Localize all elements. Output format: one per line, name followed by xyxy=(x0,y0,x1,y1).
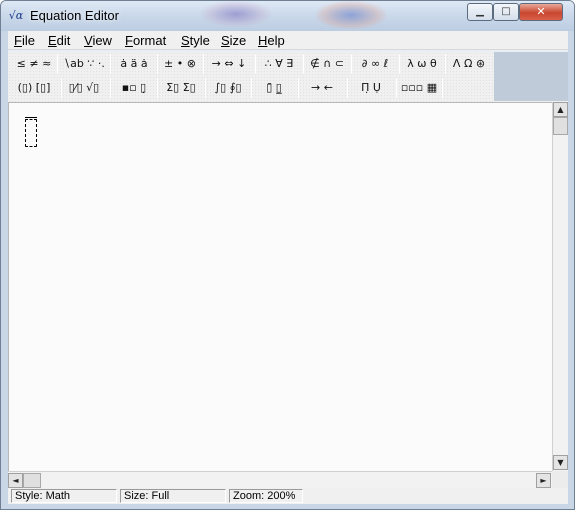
scrollbar-corner xyxy=(552,471,568,488)
close-icon: ✕ xyxy=(536,5,546,18)
toolbar-separator xyxy=(396,78,397,98)
greek-lowercase-palette[interactable]: λ ω θ xyxy=(402,53,442,75)
subscript-superscript-templates-palette[interactable]: ▪▫ ▯̣ xyxy=(114,77,154,99)
logical-symbols-palette[interactable]: ∴ ∀ ∃ xyxy=(258,53,300,75)
status-size: Size: Full xyxy=(120,489,226,503)
operator-symbols-palette[interactable]: ± • ⊗ xyxy=(160,53,200,75)
toolbar-separator xyxy=(110,78,111,98)
menu-edit[interactable]: Edit xyxy=(48,33,70,48)
embellishments-palette[interactable]: ȧ ä ȧ xyxy=(114,53,154,75)
set-theory-symbols-palette[interactable]: ∉ ∩ ⊂ xyxy=(306,53,348,75)
products-set-theory-templates-palette[interactable]: Π̣ Ụ xyxy=(351,77,391,99)
underbar-overbar-templates-palette[interactable]: ▯̄ ▯̲ xyxy=(254,77,294,99)
toolbar-separator xyxy=(442,78,443,98)
toolbar-separator xyxy=(61,78,62,98)
toolbar-empty-area xyxy=(494,52,568,101)
toolbar-separator xyxy=(303,54,304,74)
close-button[interactable]: ✕ xyxy=(519,3,563,21)
horizontal-scroll-thumb[interactable] xyxy=(23,473,41,488)
equation-toolbar: ≤ ≠ ≈ ∖ab ∵ ·. ȧ ä ȧ ± • ⊗ → ⇔ ↓ ∴ ∀ ∃ ∉… xyxy=(8,52,568,102)
menu-file[interactable]: File xyxy=(14,33,35,48)
equation-editing-area[interactable] xyxy=(8,102,552,471)
menu-style[interactable]: Style xyxy=(181,33,210,48)
insertion-caret xyxy=(25,117,37,118)
fence-templates-palette[interactable]: (▯) [▯] xyxy=(14,77,54,99)
equation-editor-window: √α Equation Editor ▁ □ ✕ File Edit View … xyxy=(0,0,575,510)
scroll-down-icon: ▼ xyxy=(557,458,564,467)
title-bar[interactable]: √α Equation Editor ▁ □ ✕ xyxy=(1,1,574,31)
greek-uppercase-palette[interactable]: Λ Ω ⊛ xyxy=(448,53,490,75)
toolbar-separator xyxy=(157,54,158,74)
vertical-scroll-thumb[interactable] xyxy=(553,117,568,135)
menu-help[interactable]: Help xyxy=(258,33,285,48)
integral-templates-palette[interactable]: ∫▯ ∮▯ xyxy=(208,77,248,99)
window-frame-right xyxy=(568,31,574,504)
scroll-left-button[interactable]: ◄ xyxy=(8,473,23,488)
toolbar-separator xyxy=(57,54,58,74)
scroll-down-button[interactable]: ▼ xyxy=(553,455,568,470)
empty-equation-slot[interactable] xyxy=(25,119,37,147)
spaces-ellipses-palette[interactable]: ∖ab ∵ ·. xyxy=(61,53,107,75)
scroll-left-icon: ◄ xyxy=(12,476,19,485)
toolbar-separator xyxy=(351,54,352,74)
vertical-scrollbar[interactable]: ▲ ▼ xyxy=(552,102,568,471)
horizontal-scrollbar[interactable]: ◄ ► xyxy=(8,471,552,488)
scroll-up-button[interactable]: ▲ xyxy=(553,102,568,117)
toolbar-separator xyxy=(298,78,299,98)
minimize-button[interactable]: ▁ xyxy=(467,3,493,21)
window-frame-bottom xyxy=(1,504,574,509)
minimize-icon: ▁ xyxy=(476,6,484,17)
matrix-templates-palette[interactable]: ▫▫▫ ▦ xyxy=(399,77,439,99)
toolbar-separator xyxy=(110,54,111,74)
menu-format[interactable]: Format xyxy=(125,33,166,48)
fraction-radical-templates-palette[interactable]: ▯⁄▯ √▯ xyxy=(64,77,104,99)
title-bar-decoration xyxy=(201,1,271,27)
scroll-up-icon: ▲ xyxy=(557,105,564,114)
maximize-icon: □ xyxy=(501,6,511,17)
toolbar-separator xyxy=(399,54,400,74)
summation-templates-palette[interactable]: Σ▯ Σ▯ xyxy=(160,77,202,99)
scroll-right-icon: ► xyxy=(540,476,547,485)
labeled-arrow-templates-palette[interactable]: → ← xyxy=(302,77,342,99)
toolbar-separator xyxy=(157,78,158,98)
menu-bar: File Edit View Format Style Size Help xyxy=(8,31,568,50)
maximize-button[interactable]: □ xyxy=(493,3,519,21)
scroll-right-button[interactable]: ► xyxy=(536,473,551,488)
toolbar-separator xyxy=(251,78,252,98)
title-bar-decoration xyxy=(316,1,386,29)
toolbar-separator xyxy=(203,54,204,74)
menu-size[interactable]: Size xyxy=(221,33,246,48)
window-title: Equation Editor xyxy=(30,8,119,23)
status-style: Style: Math xyxy=(11,489,117,503)
arrow-symbols-palette[interactable]: → ⇔ ↓ xyxy=(206,53,252,75)
status-zoom: Zoom: 200% xyxy=(229,489,303,503)
window-frame-left xyxy=(1,31,8,504)
menu-view[interactable]: View xyxy=(84,33,112,48)
toolbar-separator xyxy=(347,78,348,98)
toolbar-separator xyxy=(255,54,256,74)
relational-symbols-palette[interactable]: ≤ ≠ ≈ xyxy=(14,53,54,75)
toolbar-separator xyxy=(445,54,446,74)
equation-editor-app-icon[interactable]: √α xyxy=(8,8,24,24)
misc-symbols-palette[interactable]: ∂ ∞ ℓ xyxy=(354,53,396,75)
status-bar: Style: Math Size: Full Zoom: 200% xyxy=(8,488,568,504)
toolbar-separator xyxy=(205,78,206,98)
